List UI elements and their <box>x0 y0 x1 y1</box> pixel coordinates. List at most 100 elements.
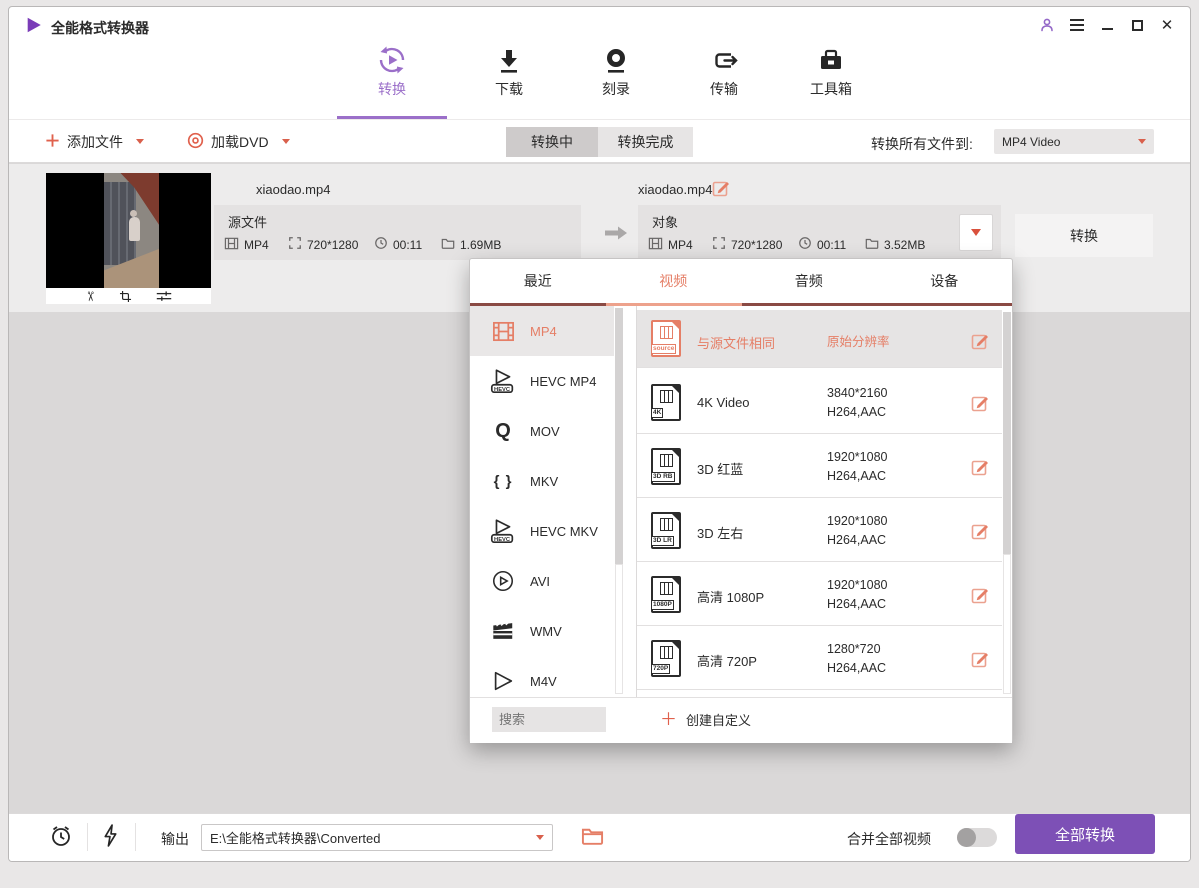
preset-codec: H264,AAC <box>827 595 887 614</box>
film-icon <box>224 236 239 254</box>
load-dvd-button[interactable]: 加载DVD <box>187 120 290 163</box>
preset-specs: 1920*1080 H264,AAC <box>827 448 887 486</box>
format-item-m4v[interactable]: M4V <box>470 656 614 697</box>
thumbnail-image <box>104 173 159 288</box>
format-list-scrollbar[interactable] <box>614 306 624 697</box>
target-duration-value: 00:11 <box>817 238 846 252</box>
create-custom-label: 创建自定义 <box>686 710 751 729</box>
preset-list-scrollbar[interactable] <box>1002 306 1012 697</box>
high-speed-icon[interactable] <box>103 824 118 852</box>
search-input[interactable] <box>492 707 606 732</box>
tab-transfer[interactable]: 传输 <box>679 39 769 101</box>
target-format-select[interactable]: MP4 Video <box>994 129 1154 154</box>
popup-footer: ＋ 创建自定义 <box>470 697 1012 743</box>
format-label: MP4 <box>530 324 557 339</box>
tab-finished[interactable]: 转换完成 <box>598 127 693 157</box>
preset-codec: H264,AAC <box>827 659 886 678</box>
chevron-down-icon <box>282 139 290 144</box>
clock-icon <box>374 236 388 253</box>
tab-download[interactable]: 下载 <box>464 39 554 101</box>
format-item-hevc-mkv[interactable]: HEVC HEVC MKV <box>470 506 614 556</box>
open-folder-icon[interactable] <box>581 825 604 851</box>
preset-3d-left-right[interactable]: 3D LR 3D 左右 1920*1080 H264,AAC <box>637 500 1002 562</box>
format-label: WMV <box>530 624 562 639</box>
rename-icon[interactable] <box>712 179 730 202</box>
scrollbar-track <box>1003 554 1011 694</box>
quicktime-icon: Q <box>488 420 518 443</box>
format-item-mp4[interactable]: MP4 <box>470 306 614 356</box>
window-controls: ✕ <box>1036 14 1178 36</box>
convert-all-button[interactable]: 全部转换 <box>1015 814 1155 854</box>
preset-hd-1080p[interactable]: 1080P 高清 1080P 1920*1080 H264,AAC <box>637 564 1002 626</box>
preset-name: 3D 左右 <box>697 523 743 542</box>
output-path-value: E:\全能格式转换器\Converted <box>210 828 381 847</box>
edit-preset-icon[interactable] <box>971 586 989 609</box>
menu-icon[interactable] <box>1066 14 1088 36</box>
arrow-right-icon <box>603 224 629 247</box>
format-item-mov[interactable]: Q MOV <box>470 406 614 456</box>
convert-button[interactable]: 转换 <box>1015 214 1153 257</box>
format-item-avi[interactable]: AVI <box>470 556 614 606</box>
format-item-mkv[interactable]: { } MKV <box>470 456 614 506</box>
preset-3d-red-blue[interactable]: 3D RB 3D 红蓝 1920*1080 H264,AAC <box>637 436 1002 498</box>
merge-videos-toggle[interactable] <box>957 828 997 847</box>
format-item-wmv[interactable]: WMV <box>470 606 614 656</box>
preset-4k-video[interactable]: 4K 4K Video 3840*2160 H264,AAC <box>637 372 1002 434</box>
target-file-name: xiaodao.mp4 <box>638 182 712 197</box>
folder-icon <box>865 236 879 253</box>
trim-icon[interactable]: ✂ <box>85 290 96 303</box>
edit-preset-icon[interactable] <box>971 650 989 673</box>
preset-hd-720p[interactable]: 720P 高清 720P 1280*720 H264,AAC <box>637 628 1002 690</box>
schedule-icon[interactable] <box>49 824 73 853</box>
format-label: MKV <box>530 474 558 489</box>
app-window: 全能格式转换器 ✕ 转换 下载 刻录 <box>8 6 1191 862</box>
avi-play-circle-icon <box>488 569 518 593</box>
crop-icon[interactable] <box>119 290 132 303</box>
edit-preset-icon[interactable] <box>971 394 989 417</box>
tab-label: 传输 <box>679 79 769 99</box>
popup-tab-audio[interactable]: 音频 <box>741 259 877 303</box>
minimize-button[interactable] <box>1096 14 1118 36</box>
video-file-icon: 3D RB <box>651 448 681 485</box>
account-icon[interactable] <box>1036 14 1058 36</box>
format-label: HEVC MKV <box>530 524 598 539</box>
close-button[interactable]: ✕ <box>1156 14 1178 36</box>
convert-all-to-label: 转换所有文件到: <box>871 134 973 154</box>
output-path-select[interactable]: E:\全能格式转换器\Converted <box>201 824 553 851</box>
popup-tab-video[interactable]: 视频 <box>606 259 742 303</box>
preset-specs: 原始分辨率 <box>827 333 890 352</box>
preset-codec: H264,AAC <box>827 531 887 550</box>
popup-tab-device[interactable]: 设备 <box>877 259 1013 303</box>
tab-toolbox[interactable]: 工具箱 <box>781 39 881 101</box>
format-item-hevc-mp4[interactable]: HEVC HEVC MP4 <box>470 356 614 406</box>
preset-specs: 3840*2160 H264,AAC <box>827 384 887 422</box>
format-label: AVI <box>530 574 550 589</box>
tab-converting[interactable]: 转换中 <box>506 127 598 157</box>
chevron-down-icon <box>536 835 544 840</box>
dvd-icon <box>187 132 204 152</box>
m4v-play-icon <box>488 669 518 693</box>
edit-preset-icon[interactable] <box>971 458 989 481</box>
maximize-button[interactable] <box>1126 14 1148 36</box>
scrollbar-thumb[interactable] <box>1003 312 1011 554</box>
tab-burn[interactable]: 刻录 <box>571 39 661 101</box>
load-dvd-label: 加载DVD <box>211 132 269 152</box>
popup-tab-recent[interactable]: 最近 <box>470 259 606 303</box>
add-file-button[interactable]: 添加文件 <box>45 120 144 163</box>
add-file-label: 添加文件 <box>67 132 123 152</box>
preset-name: 高清 720P <box>697 651 757 670</box>
edit-preset-icon[interactable] <box>971 332 989 355</box>
preset-same-as-source[interactable]: source 与源文件相同 原始分辨率 <box>637 310 1002 368</box>
preset-resolution: 1920*1080 <box>827 448 887 467</box>
preset-dropdown-button[interactable] <box>959 214 993 251</box>
effects-icon[interactable] <box>156 290 172 303</box>
source-label: 源文件 <box>228 212 267 231</box>
preset-codec: H264,AAC <box>827 403 887 422</box>
app-title: 全能格式转换器 <box>51 18 149 38</box>
svg-text:HEVC: HEVC <box>494 537 510 543</box>
edit-preset-icon[interactable] <box>971 522 989 545</box>
scrollbar-thumb[interactable] <box>615 308 623 564</box>
create-custom-button[interactable]: ＋ 创建自定义 <box>660 710 751 729</box>
tab-convert[interactable]: 转换 <box>337 39 447 101</box>
download-icon <box>464 39 554 75</box>
